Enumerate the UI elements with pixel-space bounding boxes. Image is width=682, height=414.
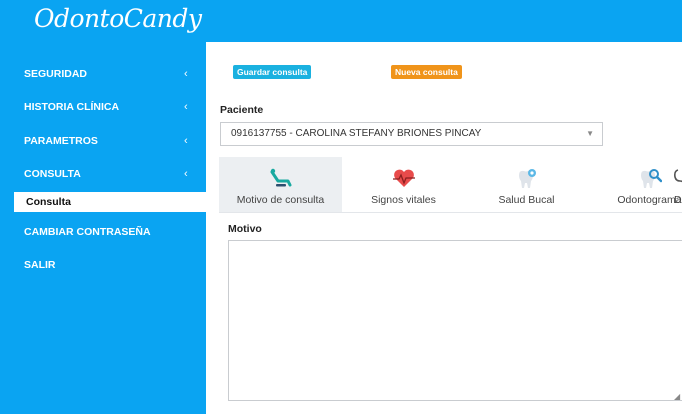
sidebar: SEGURIDAD ‹ HISTORIA CLÍNICA ‹ PARAMETRO… [0,42,206,414]
chevron-left-icon: ‹ [184,101,188,113]
app-logo[interactable]: OdontoCandy [34,4,202,33]
patient-label: Paciente [220,104,264,116]
tab-diagnostico[interactable]: Diagn [664,157,682,212]
consultation-tabs: Motivo de consulta Signos vitales Salud … [219,157,682,213]
sidebar-item-historia-clinica[interactable]: HISTORIA CLÍNICA ‹ [0,94,206,120]
heart-pulse-icon [392,169,415,187]
resize-handle-icon[interactable]: ◢ [674,392,680,401]
sidebar-item-label: SALIR [24,259,56,271]
main-content: Guardar consulta Nueva consulta Paciente… [206,42,682,414]
chevron-left-icon: ‹ [184,68,188,80]
top-bar: OdontoCandy [0,0,682,42]
motivo-textarea[interactable] [228,240,682,401]
new-consultation-button[interactable]: Nueva consulta [391,65,462,79]
sidebar-subitem-consulta[interactable]: Consulta [14,192,206,212]
sidebar-item-consulta[interactable]: CONSULTA ‹ [0,161,206,187]
tab-signos-vitales[interactable]: Signos vitales [342,157,465,212]
sidebar-item-seguridad[interactable]: SEGURIDAD ‹ [0,61,206,87]
chevron-left-icon: ‹ [184,135,188,147]
sidebar-item-label: PARAMETROS [24,135,98,147]
tab-label: Motivo de consulta [236,194,325,206]
tab-salud-bucal[interactable]: Salud Bucal [465,157,588,212]
sidebar-item-label: CONSULTA [24,168,81,180]
sidebar-item-label: CAMBIAR CONTRASEÑA [24,226,151,238]
chevron-down-icon: ▼ [586,129,594,138]
sidebar-item-parametros[interactable]: PARAMETROS ‹ [0,128,206,154]
sidebar-item-cambiar-contrasena[interactable]: CAMBIAR CONTRASEÑA [0,219,206,245]
chevron-left-icon: ‹ [184,168,188,180]
sidebar-item-label: SEGURIDAD [24,68,88,80]
dental-chair-icon [270,168,291,187]
tab-label: Salud Bucal [498,194,555,206]
patient-select[interactable]: 0916137755 - CAROLINA STEFANY BRIONES PI… [220,122,603,146]
motivo-label: Motivo [228,223,262,235]
tab-label: Signos vitales [371,194,436,206]
tab-label: Diagn [674,194,682,206]
patient-selected-value: 0916137755 - CAROLINA STEFANY BRIONES PI… [231,128,482,139]
stethoscope-icon [674,169,682,183]
sidebar-item-salir[interactable]: SALIR [0,252,206,278]
sidebar-item-label: HISTORIA CLÍNICA [24,101,120,113]
tab-motivo-de-consulta[interactable]: Motivo de consulta [219,157,342,212]
save-consultation-button[interactable]: Guardar consulta [233,65,312,79]
tooth-search-icon [640,169,662,188]
tooth-sparkle-icon [518,169,536,188]
